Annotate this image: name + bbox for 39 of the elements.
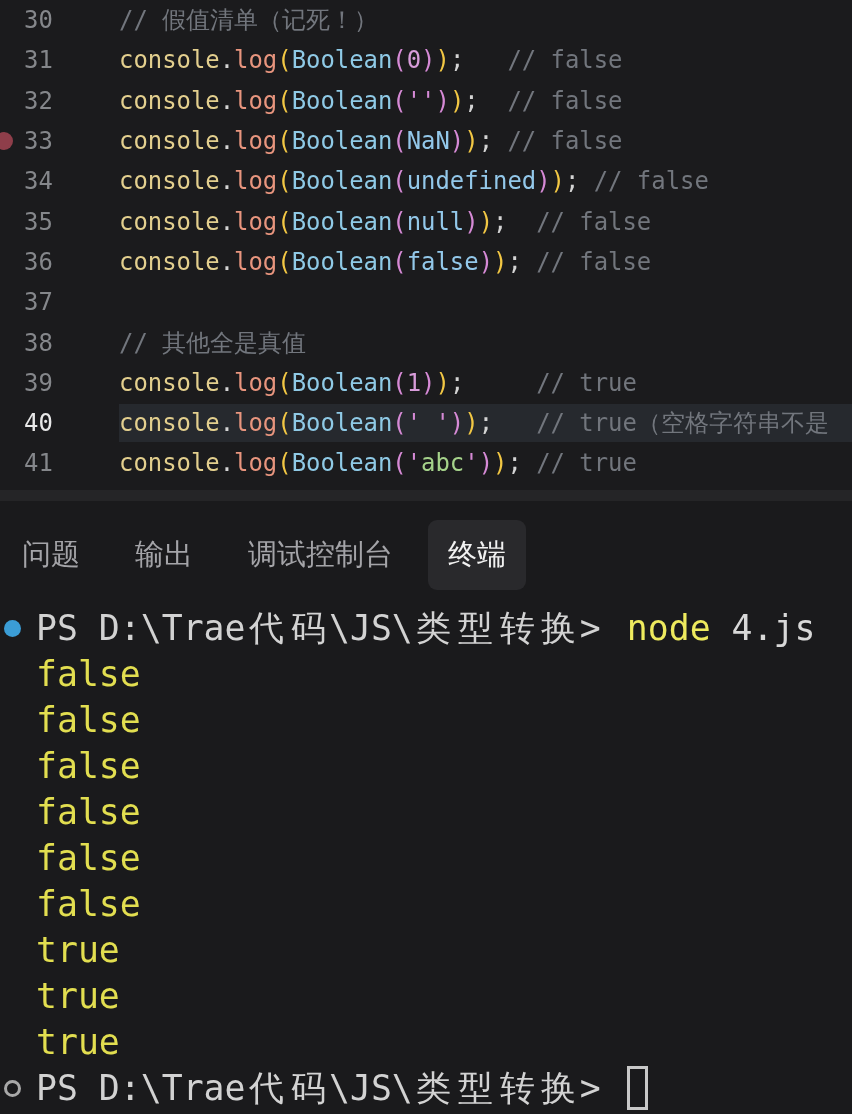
code-line: console.log(Boolean(NaN)); // false xyxy=(119,126,624,158)
line-number: 33 xyxy=(24,127,53,156)
terminal-output: true xyxy=(36,1022,120,1062)
panel-tab[interactable]: 调试控制台 xyxy=(228,520,413,590)
code-line: console.log(Boolean(undefined)); // false xyxy=(119,166,710,198)
code-line: console.log(Boolean('')); // false xyxy=(119,85,624,117)
terminal-command: node 4.js xyxy=(626,608,816,648)
line-number: 36 xyxy=(24,247,53,276)
code-line: console.log(Boolean(0)); // false xyxy=(119,45,624,77)
line-number: 31 xyxy=(24,46,53,75)
line-number: 37 xyxy=(24,288,53,317)
terminal-output: false xyxy=(36,654,141,694)
panel-tab[interactable]: 终端 xyxy=(428,520,526,590)
line-number: 39 xyxy=(24,368,53,397)
line-number: 34 xyxy=(24,167,53,196)
terminal-output: false xyxy=(36,884,141,924)
breakpoint-icon[interactable] xyxy=(0,132,13,151)
prompt-path: PS D:\Trae代码\JS\类型转换> xyxy=(36,606,601,650)
line-number: 30 xyxy=(24,6,53,35)
panel-tab[interactable]: 输出 xyxy=(115,520,213,590)
terminal-output: false xyxy=(36,746,141,786)
prompt-path: PS D:\Trae代码\JS\类型转换> xyxy=(36,1066,601,1110)
line-number: 35 xyxy=(24,207,53,236)
code-line: console.log(Boolean(1)); // true xyxy=(119,367,638,399)
terminal-output: true xyxy=(36,976,120,1016)
terminal-output: true xyxy=(36,930,120,970)
line-number: 38 xyxy=(24,328,53,357)
line-number: 40 xyxy=(24,409,53,438)
code-line: console.log(Boolean(null)); // false xyxy=(119,206,653,238)
terminal-output: false xyxy=(36,838,141,878)
code-line: // 假值清单（记死！） xyxy=(119,5,380,37)
code-line: console.log(Boolean('abc')); // true xyxy=(119,448,638,480)
code-line: // 其他全是真值 xyxy=(119,327,308,359)
line-number: 32 xyxy=(24,86,53,115)
terminal-output: false xyxy=(36,700,141,740)
terminal-output: false xyxy=(36,792,141,832)
line-number: 41 xyxy=(24,449,53,478)
panel-tab[interactable]: 问题 xyxy=(2,520,100,590)
code-line: console.log(Boolean(false)); // false xyxy=(119,246,653,278)
